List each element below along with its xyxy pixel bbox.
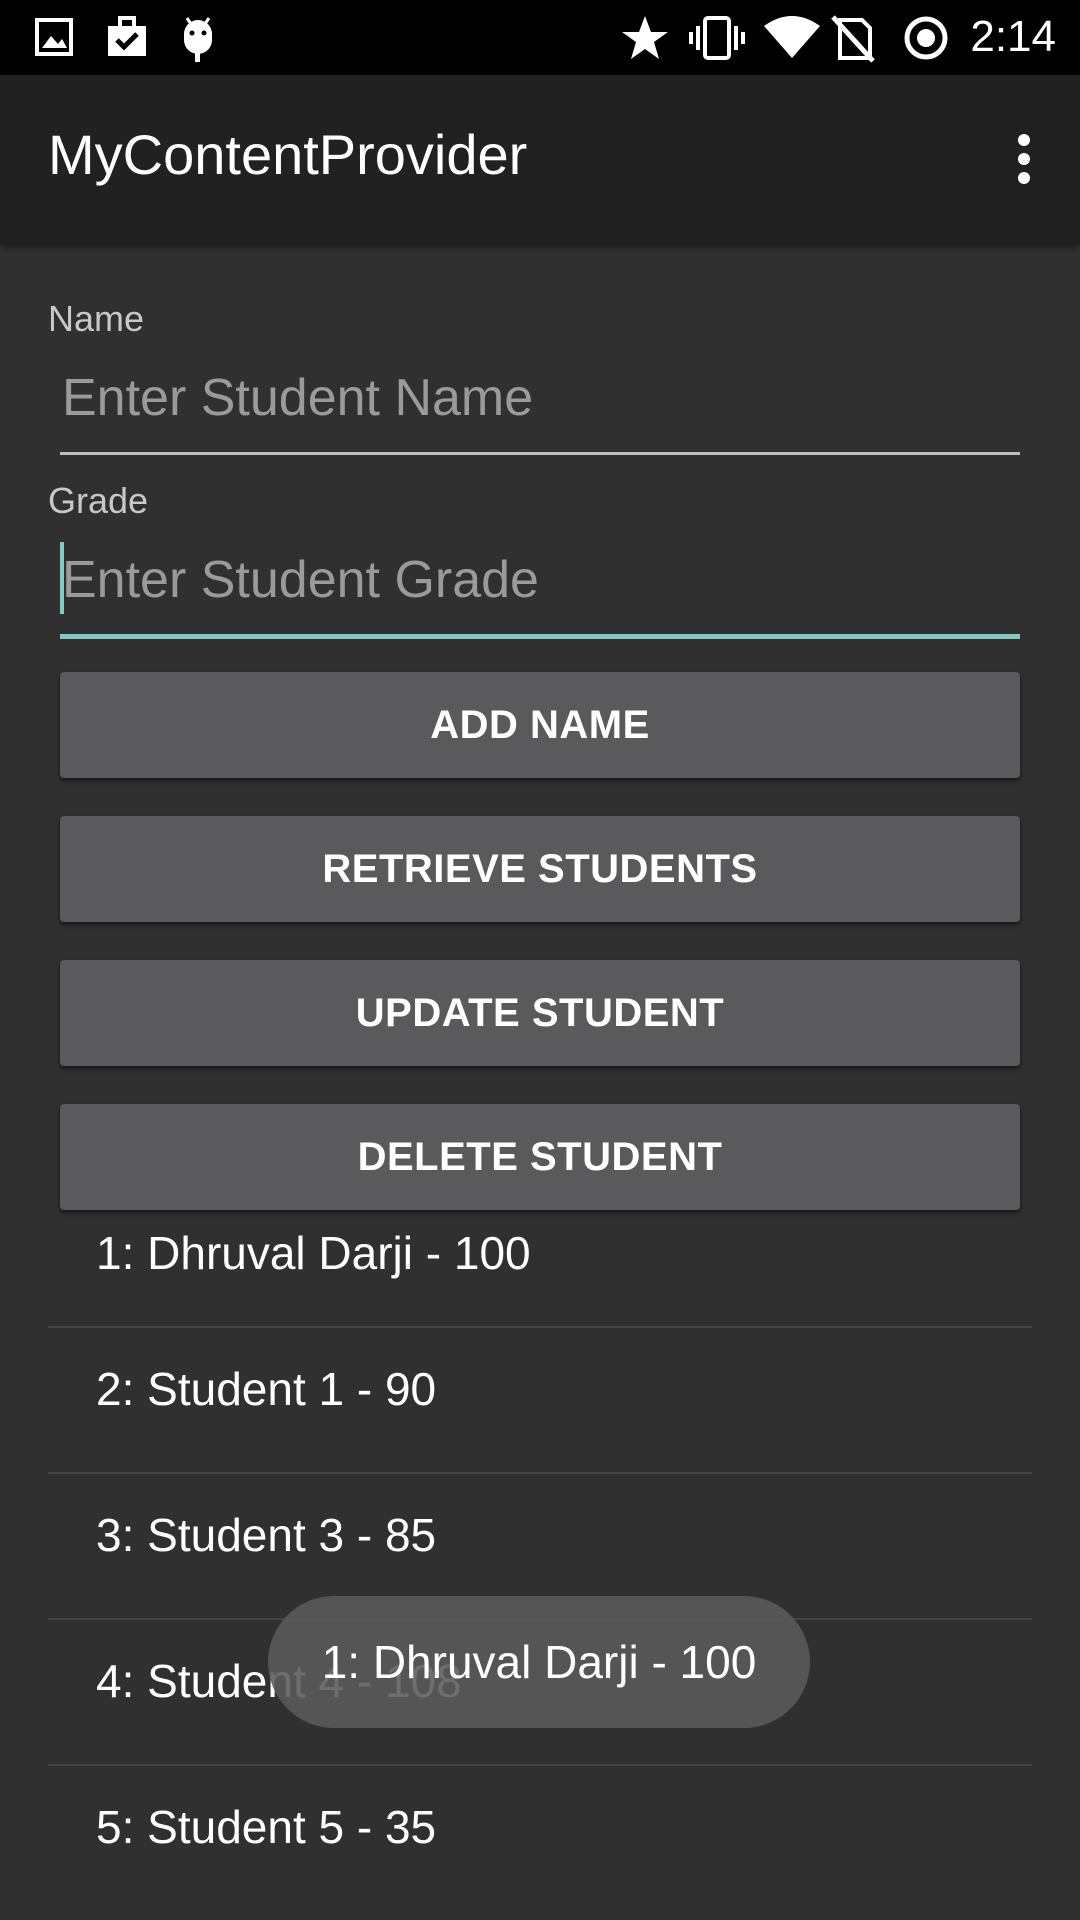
name-placeholder: Enter Student Name bbox=[62, 369, 534, 427]
list-item[interactable]: 1: Dhruval Darji - 100 bbox=[48, 1200, 1032, 1328]
student-list: 1: Dhruval Darji - 100 2: Student 1 - 90… bbox=[48, 1200, 1032, 1912]
app-title: MyContentProvider bbox=[48, 123, 528, 186]
vibrate-icon bbox=[688, 14, 746, 67]
app-bar: MyContentProvider bbox=[0, 75, 1080, 243]
wifi-icon bbox=[762, 14, 822, 65]
retrieve-students-button[interactable]: RETRIEVE STUDENTS bbox=[60, 816, 1020, 922]
no-sim-icon bbox=[830, 14, 876, 69]
name-label: Name bbox=[48, 298, 145, 339]
status-bar: 2:14 bbox=[0, 0, 1080, 75]
status-clock: 2:14 bbox=[970, 12, 1056, 61]
list-item-text: 1: Dhruval Darji - 100 bbox=[96, 1227, 531, 1279]
star-icon bbox=[620, 14, 670, 67]
toast-message: 1: Dhruval Darji - 100 bbox=[268, 1596, 810, 1728]
sync-circle-icon bbox=[902, 14, 950, 67]
student-grade-input[interactable]: Enter Student Grade bbox=[60, 540, 1020, 620]
update-student-button[interactable]: UPDATE STUDENT bbox=[60, 960, 1020, 1066]
grade-label: Grade bbox=[48, 480, 149, 521]
list-item-text: 5: Student 5 - 35 bbox=[96, 1801, 437, 1853]
grade-underline bbox=[60, 634, 1020, 639]
grade-placeholder: Enter Student Grade bbox=[62, 551, 539, 609]
more-vert-icon[interactable] bbox=[992, 119, 1056, 199]
add-name-button[interactable]: ADD NAME bbox=[60, 672, 1020, 778]
list-item[interactable]: 5: Student 5 - 35 bbox=[48, 1766, 1032, 1912]
name-underline bbox=[60, 452, 1020, 455]
clipboard-check-icon bbox=[104, 14, 150, 65]
image-icon bbox=[34, 14, 74, 65]
list-item-text: 2: Student 1 - 90 bbox=[96, 1363, 437, 1415]
list-item[interactable]: 2: Student 1 - 90 bbox=[48, 1328, 1032, 1474]
delete-student-button[interactable]: DELETE STUDENT bbox=[60, 1104, 1020, 1210]
student-name-input[interactable]: Enter Student Name bbox=[60, 358, 1020, 438]
list-item-text: 3: Student 3 - 85 bbox=[96, 1509, 437, 1561]
android-debug-icon bbox=[178, 14, 218, 67]
